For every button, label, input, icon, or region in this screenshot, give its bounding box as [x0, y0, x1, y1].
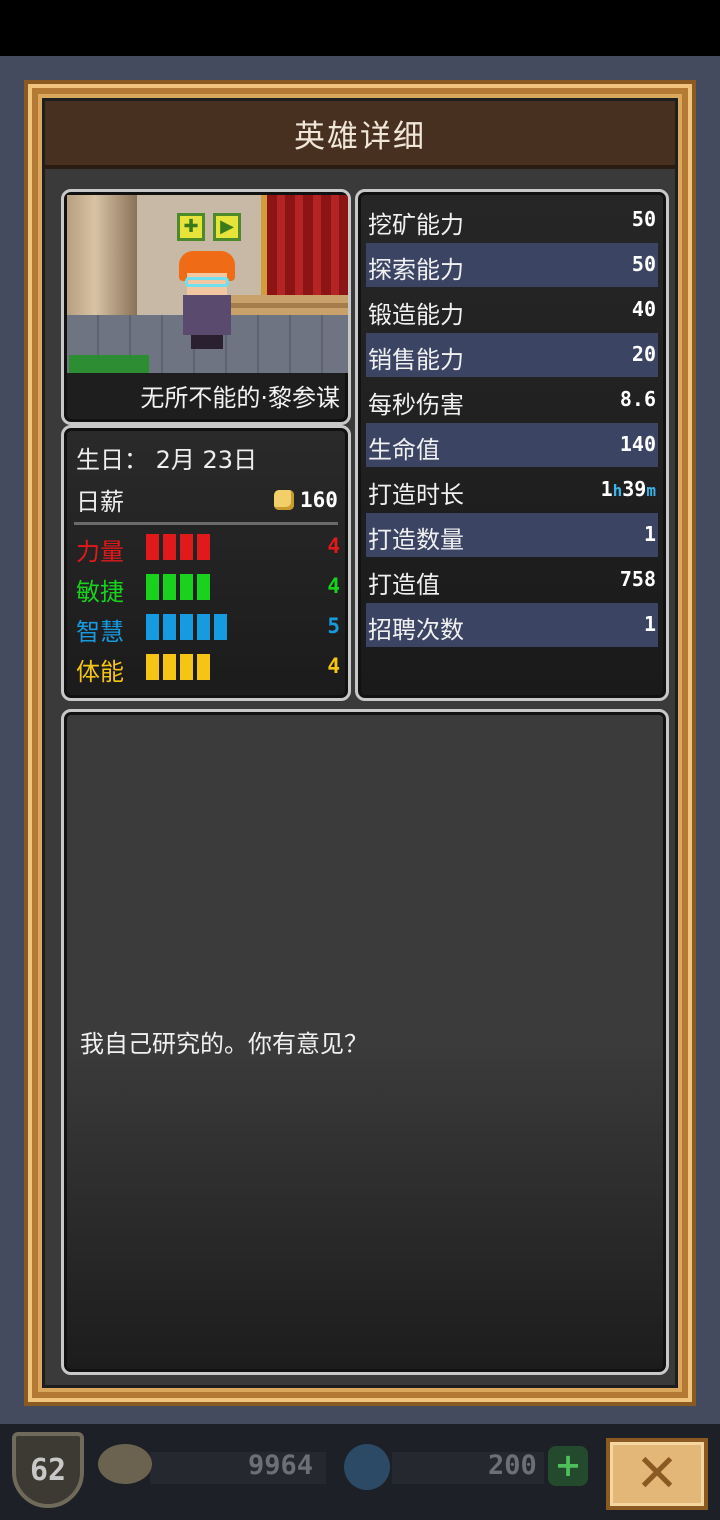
stone-icon: [98, 1444, 152, 1484]
attribute-bar-segment: [197, 614, 210, 640]
stat-row: 每秒伤害 8.6: [366, 378, 658, 422]
stat-label: 打造时长: [368, 481, 464, 509]
attribute-row: 力量 4: [76, 532, 340, 566]
stone-value: 9964: [248, 1450, 314, 1481]
attribute-row: 体能 4: [76, 652, 340, 686]
level-badge[interactable]: 62: [12, 1432, 84, 1508]
hero-sprite: [175, 243, 239, 351]
attribute-bar-segment: [180, 534, 193, 560]
salary-label: 日薪: [76, 488, 124, 516]
salary-value: 160: [300, 488, 338, 512]
attribute-label: 智慧: [76, 618, 124, 646]
stat-value: 1: [643, 612, 656, 636]
stat-row: 销售能力 20: [366, 333, 658, 377]
attribute-label: 体能: [76, 658, 124, 686]
attribute-bars: [146, 614, 227, 640]
stat-row: 打造值 758: [366, 558, 658, 602]
stat-label: 招聘次数: [368, 616, 464, 644]
add-gems-button[interactable]: +: [548, 1446, 588, 1486]
birthday-text: 生日： 2月 23日: [76, 446, 258, 474]
hero-info-panel: 生日： 2月 23日 日薪 160 力量 4 敏捷 4 智慧 5 体能 4: [61, 425, 351, 701]
hero-name: 无所不能的·黎参谋: [140, 384, 340, 412]
hero-detail-dialog: 英雄详细 ✚ ▶ 无所不能的·黎参谋 生日： 2月 23日 日薪 160 力量 …: [24, 80, 696, 1406]
stat-label: 探索能力: [368, 256, 464, 284]
curtain-decor: [261, 195, 348, 305]
attribute-value: 4: [327, 654, 340, 678]
hero-glasses: [185, 277, 229, 287]
stat-label: 打造值: [368, 571, 440, 599]
attribute-row: 智慧 5: [76, 612, 340, 646]
attribute-bar-segment: [197, 574, 210, 600]
stat-row: 锻造能力 40: [366, 288, 658, 332]
attribute-row: 敏捷 4: [76, 572, 340, 606]
stat-label: 锻造能力: [368, 301, 464, 329]
attribute-bar-segment: [180, 574, 193, 600]
stat-value: 140: [619, 432, 656, 456]
bottom-bar: 62 9964 200 + ✕: [0, 1424, 720, 1520]
close-button[interactable]: ✕: [606, 1438, 708, 1510]
stat-value: 50: [631, 252, 656, 276]
attribute-label: 敏捷: [76, 578, 124, 606]
dialog-body: 英雄详细 ✚ ▶ 无所不能的·黎参谋 生日： 2月 23日 日薪 160 力量 …: [42, 98, 678, 1388]
attribute-bar-segment: [146, 614, 159, 640]
attribute-bars: [146, 534, 210, 560]
stat-value: 50: [631, 207, 656, 231]
stat-value: 758: [619, 567, 656, 591]
buff-icon[interactable]: ▶: [213, 213, 241, 241]
pillar-decor: [67, 195, 137, 315]
stat-row: 打造时长 1h39m: [366, 468, 658, 512]
attribute-bar-segment: [163, 574, 176, 600]
stat-value: 8.6: [619, 387, 656, 411]
attribute-bar-segment: [146, 574, 159, 600]
attribute-bar-segment: [197, 534, 210, 560]
attribute-label: 力量: [76, 538, 124, 566]
stat-row: 招聘次数 1: [366, 603, 658, 647]
hero-stats-panel: 挖矿能力 50 探索能力 50 锻造能力 40 销售能力 20 每秒伤害 8.6 生命值 140 打造时…: [355, 189, 669, 701]
gem-icon: [344, 1444, 390, 1490]
stat-label: 生命值: [368, 436, 440, 464]
stat-row: 探索能力 50: [366, 243, 658, 287]
attribute-bar-segment: [163, 654, 176, 680]
stat-label: 销售能力: [368, 346, 464, 374]
attribute-bar-segment: [146, 534, 159, 560]
attribute-bar-segment: [146, 654, 159, 680]
gold-coin-icon: [274, 490, 294, 510]
hero-scene: ✚ ▶: [67, 195, 348, 373]
stat-row: 打造数量 1: [366, 513, 658, 557]
attribute-bar-segment: [163, 534, 176, 560]
attribute-value: 5: [327, 614, 340, 638]
hero-portrait-panel: ✚ ▶ 无所不能的·黎参谋: [61, 189, 351, 425]
attribute-bar-segment: [180, 614, 193, 640]
stat-value: 1h39m: [600, 477, 656, 501]
gem-value: 200: [488, 1450, 537, 1481]
attribute-value: 4: [327, 574, 340, 598]
buff-icon[interactable]: ✚: [177, 213, 205, 241]
stat-row: 生命值 140: [366, 423, 658, 467]
stat-value: 20: [631, 342, 656, 366]
attribute-bar-segment: [197, 654, 210, 680]
bush-decor: [69, 355, 149, 373]
stat-label: 每秒伤害: [368, 391, 464, 419]
attribute-value: 4: [327, 534, 340, 558]
stat-value: 1: [643, 522, 656, 546]
attribute-bar-segment: [180, 654, 193, 680]
hero-quote-panel: 我自己研究的。你有意见？: [61, 709, 669, 1375]
stat-label: 打造数量: [368, 526, 464, 554]
hero-quote: 我自己研究的。你有意见？: [80, 1030, 368, 1058]
attribute-bars: [146, 574, 210, 600]
attribute-bar-segment: [163, 614, 176, 640]
hero-legs: [191, 335, 223, 349]
dialog-header: 英雄详细: [45, 101, 675, 169]
stat-label: 挖矿能力: [368, 211, 464, 239]
attribute-bar-segment: [214, 614, 227, 640]
stat-row: 挖矿能力 50: [366, 198, 658, 242]
level-value: 62: [29, 1452, 67, 1488]
attribute-bars: [146, 654, 210, 680]
dialog-title: 英雄详细: [294, 118, 426, 155]
divider: [74, 522, 338, 525]
status-bar: [0, 0, 720, 56]
hero-body: [183, 295, 231, 335]
stat-value: 40: [631, 297, 656, 321]
